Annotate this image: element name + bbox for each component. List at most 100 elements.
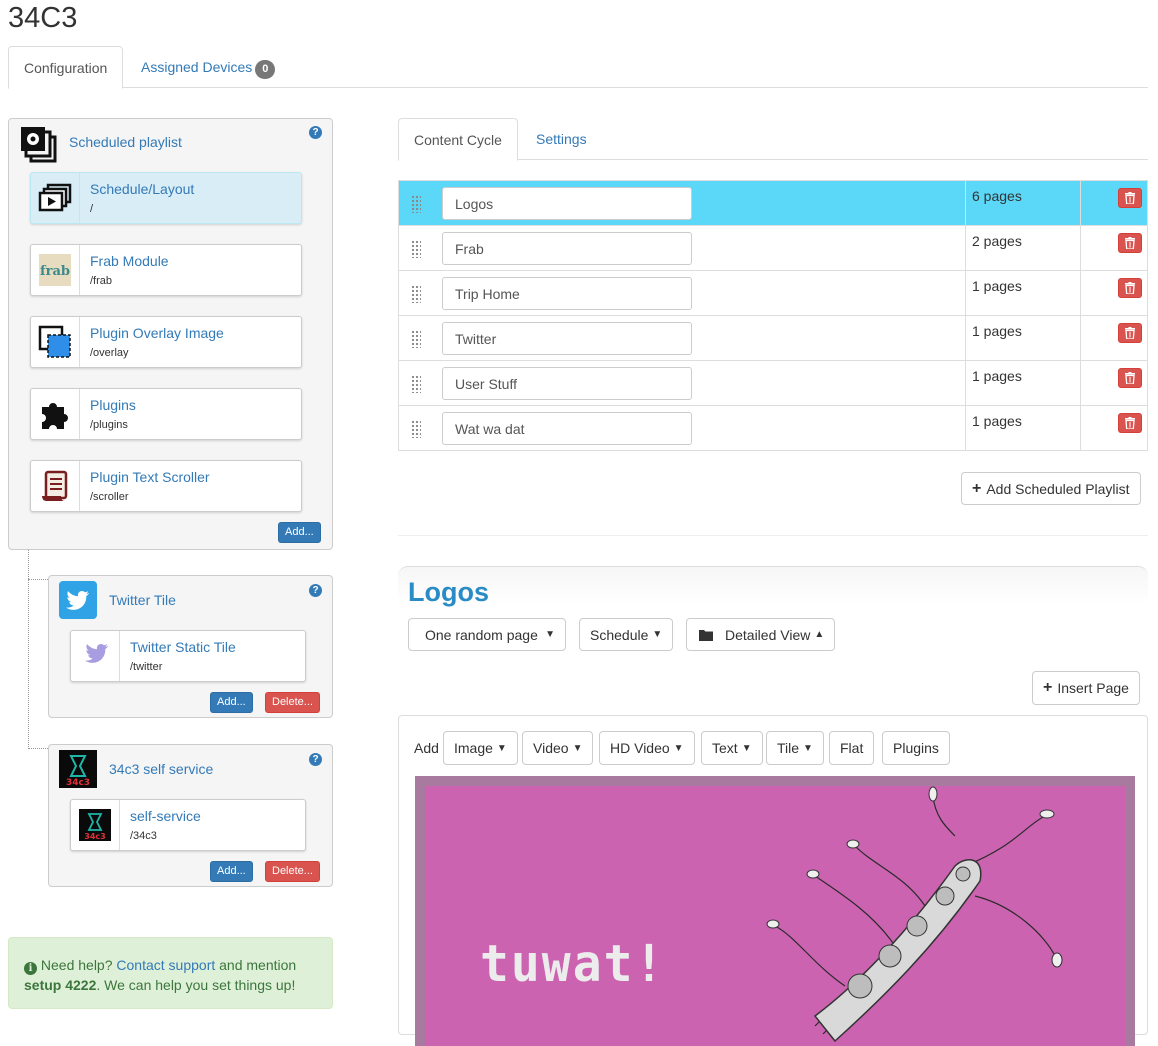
drag-handle-icon[interactable]	[411, 195, 421, 213]
button-label: Plugins	[893, 740, 939, 756]
playlist-name-input[interactable]	[442, 412, 692, 445]
tab-configuration[interactable]: Configuration	[8, 46, 124, 89]
help-box: i Need help? Contact support and mention…	[8, 937, 333, 1009]
caret-down-icon: ▼	[496, 742, 507, 754]
layout-play-icon	[38, 183, 72, 212]
drag-handle-icon[interactable]	[411, 375, 421, 393]
add-module-button[interactable]: Add...	[210, 861, 253, 882]
module-icon-box	[71, 631, 120, 681]
add-image-button[interactable]: Image ▼	[443, 731, 518, 765]
tab-content-cycle[interactable]: Content Cycle	[398, 118, 518, 161]
self-service-title[interactable]: 34c3 self service	[109, 761, 213, 777]
help-icon[interactable]: ?	[309, 126, 322, 139]
cycle-row[interactable]: 1 pages	[398, 271, 1148, 316]
add-module-button[interactable]: Add...	[278, 522, 321, 543]
drag-handle-icon[interactable]	[411, 330, 421, 348]
playlist-name-input[interactable]	[442, 277, 692, 310]
add-flat-button[interactable]: Flat	[829, 731, 875, 765]
module-frab[interactable]: frab Frab Module /frab	[30, 244, 302, 296]
preview-logo-text: tuwat!	[480, 934, 666, 994]
module-path: /scroller	[90, 491, 129, 503]
module-self-service[interactable]: 34c3 self-service /34c3	[70, 799, 306, 851]
self-service-panel: 34c3 34c3 self service ? 34c3 self-servi…	[48, 744, 333, 887]
delete-playlist-button[interactable]	[1118, 233, 1142, 253]
tab-content-cycle-label: Content Cycle	[414, 132, 502, 148]
caret-down-icon: ▼	[652, 629, 663, 640]
help-text: . We can help you set things up!	[96, 977, 296, 993]
add-text-button[interactable]: Text ▼	[701, 731, 763, 765]
delete-playlist-button[interactable]	[1118, 368, 1142, 388]
delete-playlist-button[interactable]	[1118, 278, 1142, 298]
module-path: /34c3	[130, 830, 157, 842]
page-title: 34C3	[8, 2, 78, 34]
module-plugin-text-scroller[interactable]: Plugin Text Scroller /scroller	[30, 460, 302, 512]
add-plugins-button[interactable]: Plugins	[882, 731, 950, 765]
cycle-row[interactable]: 1 pages	[398, 316, 1148, 361]
cycle-row[interactable]: 6 pages	[398, 181, 1148, 226]
module-path: /	[90, 203, 94, 215]
delete-button[interactable]: Delete...	[265, 861, 320, 882]
module-icon-box	[31, 317, 80, 367]
delete-playlist-button[interactable]	[1118, 188, 1142, 208]
help-icon[interactable]: ?	[309, 584, 322, 597]
caret-down-icon: ▼	[803, 742, 813, 754]
module-icon-box	[31, 461, 80, 511]
folder-icon	[699, 629, 713, 641]
tab-settings[interactable]: Settings	[521, 118, 602, 160]
page-preview[interactable]: tuwat!	[415, 776, 1135, 1046]
page-count: 1 pages	[965, 406, 1081, 450]
page-count: 1 pages	[965, 361, 1081, 405]
scheduled-playlist-title[interactable]: Scheduled playlist	[69, 134, 182, 150]
contact-support-link[interactable]: Contact support	[116, 957, 215, 973]
add-hd-video-button[interactable]: HD Video ▼	[599, 731, 695, 765]
add-tile-button[interactable]: Tile ▼	[766, 731, 824, 765]
34c3-logo-icon: 34c3	[79, 809, 111, 841]
detailed-view-toggle[interactable]: Detailed View ▲	[686, 618, 836, 651]
add-scheduled-playlist-button[interactable]: + Add Scheduled Playlist	[961, 472, 1141, 505]
tree-connector	[28, 579, 29, 749]
preview-canvas: tuwat!	[425, 786, 1125, 1046]
setup-id: setup 4222	[24, 977, 97, 993]
module-twitter-static-tile[interactable]: Twitter Static Tile /twitter	[70, 630, 306, 682]
help-text: Need help?	[40, 957, 113, 973]
playlist-name-input[interactable]	[442, 187, 692, 220]
playlist-name-input[interactable]	[442, 367, 692, 400]
add-module-button[interactable]: Add...	[210, 692, 253, 713]
schedule-dropdown-button[interactable]: Schedule ▼	[579, 618, 674, 651]
page-count: 1 pages	[965, 316, 1081, 360]
delete-button[interactable]: Delete...	[265, 692, 320, 713]
add-video-button[interactable]: Video ▼	[522, 731, 594, 765]
button-label: Text	[712, 740, 738, 756]
twitter-tile-panel: Twitter Tile ? Twitter Static Tile /twit…	[48, 575, 333, 718]
module-plugins[interactable]: Plugins /plugins	[30, 388, 302, 440]
delete-playlist-button[interactable]	[1118, 323, 1142, 343]
cycle-row[interactable]: 2 pages	[398, 226, 1148, 271]
module-path: /frab	[90, 275, 113, 287]
module-name: Frab Module	[90, 253, 169, 269]
drag-handle-icon[interactable]	[411, 285, 421, 303]
help-icon[interactable]: ?	[309, 753, 322, 766]
insert-page-button[interactable]: + Insert Page	[1032, 671, 1140, 705]
svg-text:34c3: 34c3	[66, 778, 90, 788]
button-label: Flat	[840, 740, 864, 756]
module-plugin-overlay-image[interactable]: Plugin Overlay Image /overlay	[30, 316, 302, 368]
tab-assigned-devices[interactable]: Assigned Devices 0	[126, 46, 290, 88]
playlist-name-input[interactable]	[442, 322, 692, 355]
cycle-row[interactable]: 1 pages	[398, 406, 1148, 451]
trash-icon	[1125, 237, 1135, 249]
module-schedule-layout[interactable]: Schedule/Layout /	[30, 172, 302, 224]
twitter-bird-icon	[85, 643, 108, 663]
tab-configuration-label: Configuration	[24, 60, 108, 76]
drag-handle-icon[interactable]	[411, 240, 421, 258]
module-path: /plugins	[90, 419, 128, 431]
twitter-tile-title[interactable]: Twitter Tile	[109, 592, 176, 608]
playlist-name-input[interactable]	[442, 232, 692, 265]
delete-playlist-button[interactable]	[1118, 413, 1142, 433]
top-tab-bar: Configuration Assigned Devices 0	[8, 46, 1148, 89]
cycle-row[interactable]: 1 pages	[398, 361, 1148, 406]
page-count: 1 pages	[965, 271, 1081, 315]
tab-settings-label: Settings	[536, 131, 587, 147]
page-mode-select[interactable]: One random page ▼	[408, 618, 566, 651]
button-label: Image	[454, 740, 493, 756]
drag-handle-icon[interactable]	[411, 420, 421, 438]
